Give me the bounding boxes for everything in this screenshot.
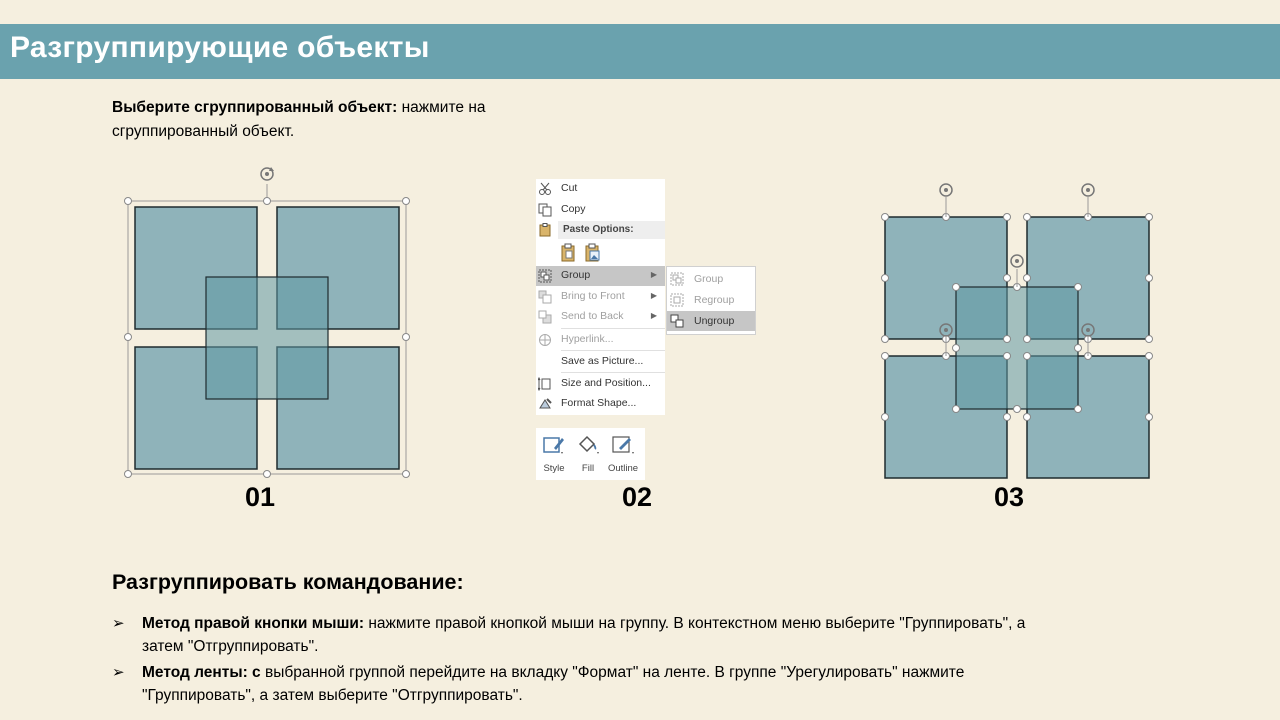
group-submenu: Group Regroup Ungroup	[666, 266, 756, 335]
style-button[interactable]: Style	[537, 432, 571, 476]
submenu-arrow-icon: ▶	[650, 270, 657, 279]
submenu-item-group[interactable]: Group	[667, 269, 755, 289]
menu-item-copy[interactable]: Copy	[536, 200, 665, 220]
paste-icon	[539, 223, 551, 237]
menu-item-save-as-picture[interactable]: Save as Picture...	[536, 352, 665, 372]
arrow-bullet-icon: ➢	[112, 615, 125, 632]
group-icon	[538, 269, 552, 283]
ungroup-icon	[670, 314, 684, 328]
menu-item-group[interactable]: Group ▶	[536, 266, 665, 286]
bullet-bold: Метод ленты: с	[142, 664, 261, 681]
submenu-item-ungroup[interactable]: Ungroup	[667, 311, 755, 331]
arrow-bullet-icon: ➢	[112, 664, 125, 681]
menu-separator	[561, 350, 665, 351]
bullet-item: ➢ Метод правой кнопки мыши: нажмите прав…	[112, 612, 1032, 658]
hyperlink-icon	[539, 334, 551, 346]
menu-item-send-to-back[interactable]: Send to Back ▶	[536, 307, 665, 327]
slide-title: Разгруппирующие объекты	[10, 31, 430, 64]
menu-item-size-and-position[interactable]: Size and Position...	[536, 374, 665, 394]
ungrouped-squares[interactable]	[884, 216, 1150, 479]
menu-item-format-shape[interactable]: Format Shape...	[536, 394, 665, 414]
section-title: Разгруппировать командование:	[112, 570, 464, 594]
menu-item-hyperlink[interactable]: Hyperlink...	[536, 330, 665, 350]
submenu-arrow-icon: ▶	[650, 291, 657, 300]
rotate-handle-icon[interactable]	[260, 167, 274, 181]
submenu-item-regroup[interactable]: Regroup	[667, 290, 755, 310]
figure-label-03: 03	[993, 482, 1025, 512]
size-position-icon	[538, 377, 551, 391]
menu-item-cut[interactable]: Cut	[536, 179, 665, 199]
intro-text: Выберите сгруппированный объект: нажмите…	[112, 96, 582, 144]
copy-icon	[538, 203, 552, 217]
paste-picture-icon[interactable]	[584, 243, 602, 263]
bullet-bold: Метод правой кнопки мыши:	[142, 615, 365, 632]
fill-bucket-icon	[578, 435, 599, 454]
bullet-list: ➢ Метод правой кнопки мыши: нажмите прав…	[112, 612, 1032, 710]
mini-toolbar: Style Fill Outline	[536, 428, 645, 480]
scissors-icon	[539, 182, 551, 195]
style-icon	[543, 437, 564, 454]
group-icon	[670, 272, 684, 286]
bullet-item: ➢ Метод ленты: с выбранной группой перей…	[112, 661, 1032, 707]
figure-ungrouped-shapes[interactable]	[870, 175, 1170, 485]
outline-button[interactable]: Outline	[606, 432, 640, 476]
context-menu: Cut Copy Paste Options: Group ▶ Bring to…	[536, 179, 665, 415]
title-bar: Разгруппирующие объекты	[0, 24, 1280, 79]
menu-separator	[561, 328, 665, 329]
figure-label-02: 02	[621, 482, 653, 512]
menu-item-bring-to-front[interactable]: Bring to Front ▶	[536, 287, 665, 307]
grouped-squares[interactable]	[134, 206, 400, 470]
regroup-icon	[670, 293, 684, 307]
bullet-text: выбранной группой перейдите на вкладку "…	[142, 664, 965, 704]
paste-options-header: Paste Options:	[558, 221, 665, 239]
intro-bold: Выберите сгруппированный объект:	[112, 99, 398, 116]
figure-grouped-shapes[interactable]	[120, 160, 420, 490]
paste-keep-formatting-icon[interactable]	[560, 243, 578, 263]
send-back-icon	[538, 310, 552, 324]
menu-separator	[561, 372, 665, 373]
figure-label-01: 01	[244, 482, 276, 512]
fill-button[interactable]: Fill	[571, 432, 605, 476]
submenu-arrow-icon: ▶	[650, 311, 657, 320]
format-shape-icon	[539, 398, 552, 409]
outline-pen-icon	[612, 436, 634, 454]
bring-front-icon	[538, 290, 552, 304]
